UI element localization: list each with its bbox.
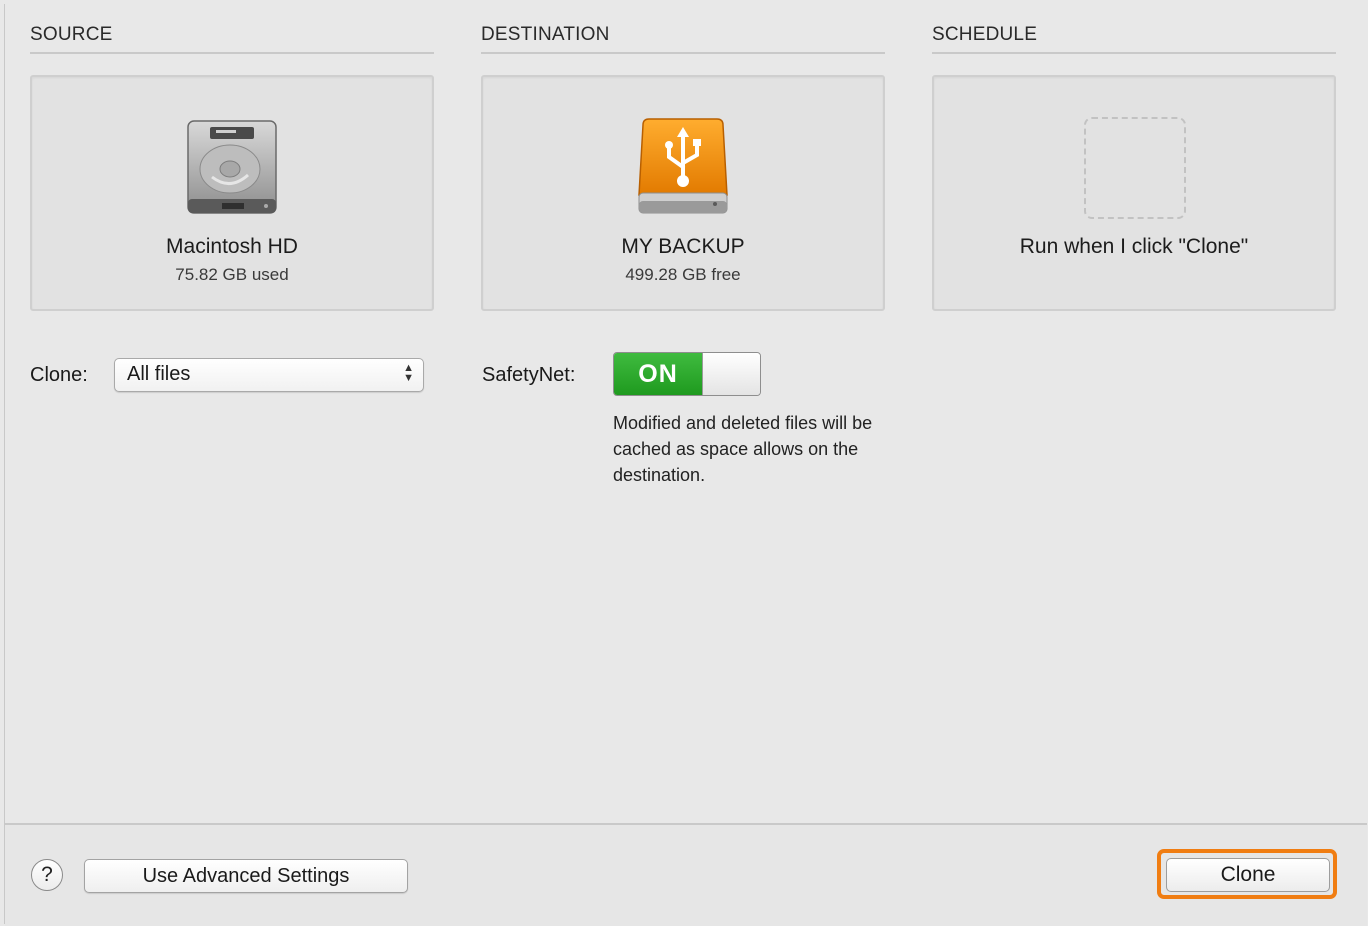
source-volume-name: Macintosh HD: [166, 235, 298, 258]
safetynet-label: SafetyNet:: [482, 364, 576, 386]
source-volume-usage: 75.82 GB used: [175, 265, 289, 284]
hard-drive-icon: [187, 120, 277, 214]
source-selector[interactable]: Macintosh HD 75.82 GB used: [30, 75, 434, 311]
clone-popup-button[interactable]: All files ▲ ▼: [114, 358, 424, 392]
use-advanced-settings-button[interactable]: Use Advanced Settings: [84, 859, 408, 893]
toggle-on-label: ON: [614, 353, 702, 395]
ccc-main-window: SOURCE Macintosh HD 75.82 GB used DESTIN…: [4, 4, 1367, 926]
updown-chevron-icon: ▲ ▼: [403, 362, 414, 384]
schedule-text: Run when I click "Clone": [1019, 235, 1249, 258]
schedule-selector[interactable]: Run when I click "Clone": [932, 75, 1336, 311]
schedule-column: SCHEDULE Run when I click "Clone": [932, 24, 1336, 311]
safetynet-description: Modified and deleted files will be cache…: [613, 413, 873, 485]
source-column: SOURCE Macintosh HD 75.82 GB used: [30, 24, 434, 311]
toggle-knob: [702, 353, 760, 395]
destination-volume-free: 499.28 GB free: [625, 265, 741, 284]
destination-column: DESTINATION MY BACKUP 499.28 GB free: [481, 24, 885, 311]
clone-label: Clone:: [30, 364, 88, 386]
footer-bar: ? Use Advanced Settings Clone: [5, 823, 1367, 926]
usb-drive-icon: [638, 118, 728, 214]
destination-header: DESTINATION: [481, 24, 885, 54]
safetynet-toggle[interactable]: ON: [613, 352, 761, 396]
clone-button-highlight: Clone: [1157, 849, 1337, 899]
help-button[interactable]: ?: [31, 859, 63, 891]
schedule-placeholder: [1084, 117, 1186, 219]
source-header: SOURCE: [30, 24, 434, 54]
clone-selected-value: All files: [127, 363, 191, 385]
destination-selector[interactable]: MY BACKUP 499.28 GB free: [481, 75, 885, 311]
clone-button[interactable]: Clone: [1166, 858, 1330, 892]
destination-volume-name: MY BACKUP: [621, 235, 745, 258]
schedule-header: SCHEDULE: [932, 24, 1336, 54]
